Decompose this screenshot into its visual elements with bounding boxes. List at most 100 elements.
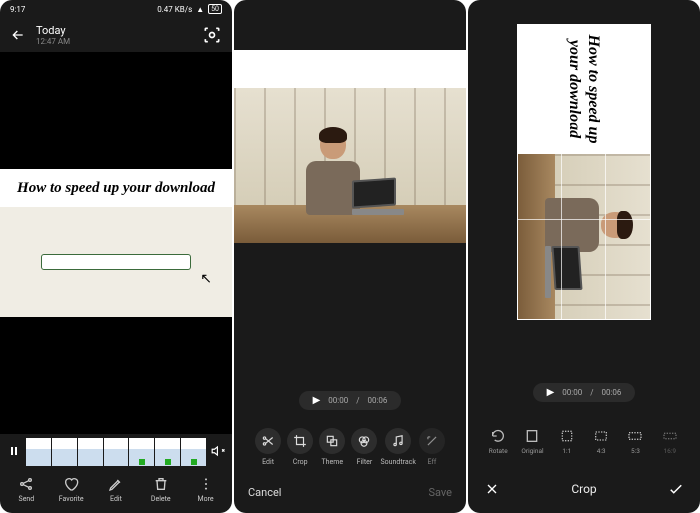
laptop-figure [545,246,581,298]
header-title: Today [36,24,192,37]
header-subtitle: 12:47 AM [36,37,192,46]
time-current: 00:00 [562,388,582,397]
ratio-label: Original [521,447,543,455]
google-lens-button[interactable] [202,25,222,45]
scissors-icon [255,428,281,454]
editor-stage: How to speed up your download [234,0,466,361]
favorite-label: Favorite [59,495,84,503]
ratio-label: 4:3 [597,447,606,455]
ratio-label: 16:9 [664,447,677,455]
filter-icon [351,428,377,454]
editor-bottom-bar: Cancel Save [234,476,466,513]
tool-theme[interactable]: Theme [316,428,348,466]
cursor-icon: ↖ [200,271,212,287]
ratio-5-3[interactable]: 5:3 [619,428,651,455]
cancel-button[interactable]: Cancel [248,486,281,499]
meme-title-text: How to speed up your download [517,24,651,154]
time-current: 00:00 [328,396,348,405]
crop-bottom-bar: Crop [468,469,700,513]
play-bar[interactable]: ▶ 00:00/00:06 [299,391,402,410]
battery-icon: 50 [208,4,222,14]
pause-button[interactable] [6,445,22,460]
editor-controls: ▶ 00:00/00:06 Edit Crop Theme Filter [234,361,466,476]
save-button[interactable]: Save [428,486,452,499]
tool-row: Edit Crop Theme Filter Soundtrack Eff [244,428,456,466]
download-progress-bar-graphic [41,254,191,270]
rotated-content: How to speed up your download [517,24,651,320]
crop-icon [287,428,313,454]
play-icon[interactable]: ▶ [313,395,321,406]
meme-title-text: How to speed up your download [0,169,232,207]
laptop-figure [352,179,404,215]
gallery-viewer-panel: 9:17 0.47 KB/s ▲ 50 Today 12:47 AM How t… [0,0,232,513]
crop-panel: How to speed up your download [468,0,700,513]
media-stage[interactable]: How to speed up your download ↖ [0,52,232,434]
effects-icon [419,428,445,454]
time-total: 00:06 [368,396,388,405]
back-button[interactable] [10,27,26,43]
rotate-button[interactable]: Rotate [482,428,514,455]
thumb [52,438,77,466]
action-bar: Send Favorite Edit Delete More [0,470,232,513]
tool-label: Edit [262,458,274,466]
ratio-1-1[interactable]: 1:1 [551,428,583,455]
thumb [129,438,154,466]
more-button[interactable]: More [186,476,226,503]
cancel-crop-button[interactable] [482,479,502,499]
tool-edit[interactable]: Edit [252,428,284,466]
meme-body: ↖ [0,207,232,317]
ratio-label: 5:3 [631,447,640,455]
music-icon [385,428,411,454]
video-scene [517,154,651,320]
status-right: 0.47 KB/s ▲ 50 [157,4,222,14]
tool-label: Crop [293,458,308,466]
status-bar: 9:17 0.47 KB/s ▲ 50 [0,0,232,18]
tool-effects[interactable]: Eff [416,428,448,466]
tool-label: Theme [322,458,344,466]
crop-controls: ▶ 00:00/00:06 Rotate Original 1:1 4:3 [468,371,700,469]
confirm-crop-button[interactable] [666,479,686,499]
person-figure [539,198,631,252]
ratio-label: 1:1 [562,447,571,455]
tool-filter[interactable]: Filter [348,428,380,466]
thumb [78,438,103,466]
favorite-button[interactable]: Favorite [51,476,91,503]
mute-button[interactable] [210,444,226,461]
status-net: 0.47 KB/s [157,5,192,14]
ratio-16-9[interactable]: 16:9 [654,428,686,455]
edit-button[interactable]: Edit [96,476,136,503]
timeline-row [0,434,232,470]
tool-label: Filter [357,458,373,466]
tool-label: Eff [428,458,437,466]
ratio-4-3[interactable]: 4:3 [585,428,617,455]
tool-crop[interactable]: Crop [284,428,316,466]
thumb [104,438,129,466]
more-label: More [198,495,214,503]
crop-stage: How to speed up your download [468,0,700,371]
send-button[interactable]: Send [6,476,46,503]
scrubber-thumbnails[interactable] [26,438,206,466]
crop-preview[interactable]: How to speed up your download [517,24,651,320]
crop-title: Crop [571,482,596,496]
title-block: Today 12:47 AM [36,24,192,46]
tool-label: Soundtrack [381,458,416,466]
edit-label: Edit [110,495,122,503]
time-total: 00:06 [602,388,622,397]
status-time: 9:17 [10,5,25,14]
thumb [181,438,206,466]
video-scene [234,88,466,243]
video-frame: How to speed up your download ↖ [0,169,232,317]
ratio-row: Rotate Original 1:1 4:3 5:3 16:9 [478,420,690,459]
play-icon[interactable]: ▶ [547,387,555,398]
wifi-icon: ▲ [196,5,204,14]
delete-button[interactable]: Delete [141,476,181,503]
thumb [155,438,180,466]
video-preview[interactable]: How to speed up your download [234,50,466,243]
send-label: Send [19,495,35,503]
tool-soundtrack[interactable]: Soundtrack [381,428,416,466]
ratio-original[interactable]: Original [516,428,548,455]
ratio-label: Rotate [489,447,508,455]
play-bar[interactable]: ▶ 00:00/00:06 [533,383,636,402]
meme-title-text: How to speed up your download [234,50,466,88]
theme-icon [319,428,345,454]
